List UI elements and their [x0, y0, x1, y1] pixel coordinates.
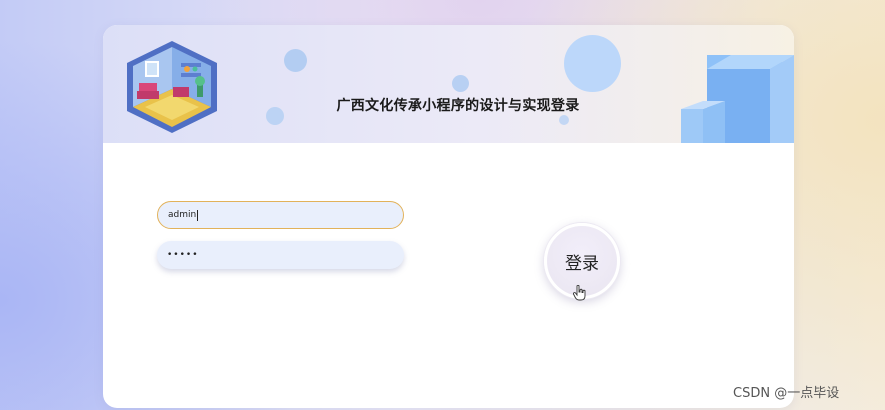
text-caret: [197, 209, 199, 221]
page-title: 广西文化传承小程序的设计与实现登录: [336, 98, 580, 114]
csdn-watermark: CSDN @一点毕设: [733, 386, 840, 401]
isometric-room-illustration: [127, 41, 217, 133]
login-card: 广西文化传承小程序的设计与实现登录 admin ••••• 登录: [103, 25, 794, 408]
blue-cubes-icon: [681, 55, 794, 143]
bubble-decoration: [452, 75, 469, 92]
login-button-label: 登录: [565, 253, 599, 274]
username-input[interactable]: admin: [157, 201, 404, 229]
password-input[interactable]: •••••: [157, 241, 404, 269]
hand-pointer-icon: [573, 285, 586, 301]
bubble-decoration: [284, 49, 307, 72]
password-value: •••••: [167, 250, 199, 260]
bubble-decoration: [564, 35, 621, 92]
bubble-decoration: [266, 107, 284, 125]
bubble-decoration: [559, 115, 569, 125]
header-banner: 广西文化传承小程序的设计与实现登录: [103, 25, 794, 143]
username-value: admin: [168, 210, 197, 220]
